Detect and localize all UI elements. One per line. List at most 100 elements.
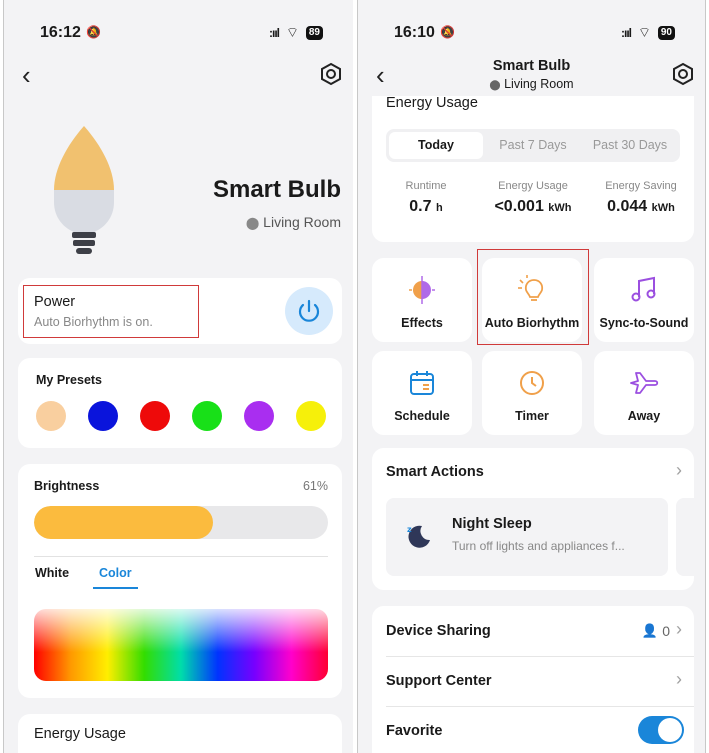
preset-swatch[interactable] (140, 401, 170, 431)
brightness-card: Brightness 61% White Color (18, 464, 342, 698)
bulb-image (54, 126, 114, 254)
brightness-value: 61% (302, 479, 328, 493)
svg-text:z: z (407, 525, 412, 534)
nav-bar: ‹ (4, 58, 353, 94)
status-bar: 16:12 🔕 :ııl ⌔ 89 (4, 24, 353, 46)
color-picker[interactable] (34, 609, 328, 681)
timer-tile[interactable]: Timer (482, 351, 582, 435)
support-center-label: Support Center (386, 673, 492, 689)
settings-icon[interactable] (319, 62, 343, 86)
header-location: ⬤ Living Room (358, 77, 705, 91)
night-sleep-subtitle: Turn off lights and appliances f... (452, 539, 625, 553)
stat-value: <0.001 (494, 198, 544, 215)
preset-swatch[interactable] (296, 401, 326, 431)
timer-icon (520, 371, 544, 395)
energy-card: Energy Usage Today Past 7 Days Past 30 D… (372, 95, 694, 242)
energy-card-left: Energy Usage (18, 714, 342, 753)
preset-swatch[interactable] (36, 401, 66, 431)
chevron-right-icon: › (676, 669, 682, 689)
stat-runtime: Runtime 0.7 h (376, 180, 476, 216)
calendar-icon (410, 371, 434, 395)
effects-tile[interactable]: Effects (372, 258, 472, 342)
timer-label: Timer (515, 409, 549, 423)
schedule-tile[interactable]: Schedule (372, 351, 472, 435)
away-tile[interactable]: Away (594, 351, 694, 435)
device-sharing-count: 0 (662, 623, 670, 639)
brightness-slider[interactable] (34, 506, 328, 539)
smart-actions-title[interactable]: Smart Actions (386, 464, 484, 480)
highlight-box (477, 249, 589, 345)
favorite-label: Favorite (386, 723, 443, 739)
header-title: Smart Bulb (492, 58, 571, 74)
stat-label: Runtime (405, 180, 447, 192)
power-button[interactable] (285, 287, 333, 335)
toggle-knob (658, 718, 682, 742)
back-icon[interactable]: ‹ (22, 60, 31, 91)
preset-swatch[interactable] (88, 401, 118, 431)
next-action-card[interactable] (676, 498, 705, 576)
stat-value: 0.044 (607, 198, 648, 215)
status-bar: 16:10 🔕 :ııl ⌔ 90 (358, 24, 705, 46)
mute-bell-icon: 🔕 (86, 25, 101, 39)
moon-icon: z (407, 525, 430, 548)
away-label: Away (627, 409, 661, 423)
schedule-label: Schedule (394, 409, 450, 423)
status-time: 16:10 (394, 24, 435, 41)
favorite-toggle[interactable] (638, 716, 684, 744)
sync-to-sound-tile[interactable]: Sync-to-Sound (594, 258, 694, 342)
stat-energy-usage: Energy Usage <0.001 kWh (482, 180, 584, 216)
person-icon: 👤 (641, 623, 658, 638)
energy-title-left: Energy Usage (34, 726, 126, 742)
header-location-label: Living Room (504, 77, 574, 91)
right-screen: 16:10 🔕 :ııl ⌔ 90 ‹ Smart Bulb ⬤ Living … (357, 0, 706, 753)
device-title: Smart Bulb (212, 176, 341, 203)
location-pin-icon: ⬤ (489, 80, 501, 91)
settings-list: Device Sharing 👤 0 › Support Center › Fa… (372, 606, 694, 753)
battery-indicator: 90 (657, 26, 675, 40)
mute-bell-icon: 🔕 (440, 25, 455, 39)
device-sharing-row[interactable]: Device Sharing 👤 0 › (372, 606, 694, 656)
tab-past-30-days[interactable]: Past 30 Days (583, 132, 677, 159)
signal-icon: :ııl (269, 26, 280, 40)
location-label: Living Room (263, 214, 341, 230)
sync-to-sound-label: Sync-to-Sound (599, 316, 689, 330)
energy-title: Energy Usage (386, 95, 478, 111)
brightness-fill (34, 506, 214, 539)
support-center-row[interactable]: Support Center › (372, 656, 694, 706)
nav-bar: ‹ Smart Bulb ⬤ Living Room (358, 58, 705, 94)
tab-white[interactable]: White (35, 566, 69, 580)
stat-label: Energy Usage (498, 180, 568, 192)
stat-unit: kWh (651, 202, 675, 214)
airplane-icon (630, 372, 659, 394)
settings-icon[interactable] (671, 62, 695, 86)
preset-swatch[interactable] (244, 401, 274, 431)
stat-label: Energy Saving (605, 180, 677, 192)
energy-tabs: Today Past 7 Days Past 30 Days (386, 129, 680, 162)
brightness-title: Brightness (34, 479, 100, 493)
preset-swatch[interactable] (192, 401, 222, 431)
tab-past-7-days[interactable]: Past 7 Days (486, 132, 580, 159)
effects-icon (409, 276, 435, 304)
favorite-row: Favorite (372, 706, 694, 753)
status-time: 16:12 (40, 24, 81, 41)
stat-unit: kWh (548, 202, 572, 214)
presets-title: My Presets (36, 373, 103, 387)
device-location: ⬤ Living Room (246, 214, 341, 230)
left-screen: 16:12 🔕 :ııl ⌔ 89 ‹ Smart Bulb ⬤ Living … (3, 0, 353, 753)
tab-color-underline (93, 587, 138, 589)
night-sleep-title: Night Sleep (452, 516, 532, 532)
signal-icon: :ııl (621, 26, 632, 40)
chevron-right-icon: › (676, 619, 682, 639)
tab-color[interactable]: Color (99, 566, 132, 580)
power-icon (298, 299, 320, 322)
chevron-right-icon[interactable]: › (676, 460, 682, 481)
tab-today[interactable]: Today (389, 132, 483, 159)
stat-energy-saving: Energy Saving 0.044 kWh (590, 180, 692, 216)
highlight-box (23, 285, 199, 338)
smart-actions-card: Smart Actions › z Night Sleep Turn off l… (372, 448, 705, 590)
music-note-icon (631, 276, 656, 302)
divider (34, 556, 328, 557)
location-pin-icon: ⬤ (245, 216, 260, 230)
effects-label: Effects (401, 316, 443, 330)
night-sleep-card[interactable]: z Night Sleep Turn off lights and applia… (386, 498, 668, 576)
